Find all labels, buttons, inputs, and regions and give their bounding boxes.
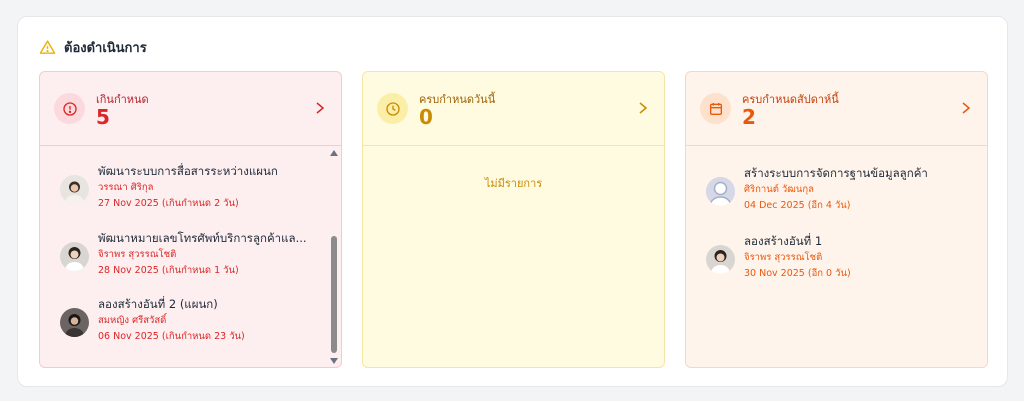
- overdue-list: พัฒนาระบบการสื่อสารระหว่างแผนก วรรณา ศิร…: [40, 147, 341, 367]
- due-this-week-count: 2: [742, 105, 756, 129]
- scroll-down-arrow-icon[interactable]: [330, 358, 338, 364]
- item-person: จิราพร สุวรรณโชติ: [98, 249, 177, 260]
- scroll-up-arrow-icon[interactable]: [330, 150, 338, 156]
- warning-triangle-icon: [39, 39, 56, 56]
- item-title: ลองสร้างอันที่ 1: [744, 234, 823, 248]
- alert-circle-icon: [54, 93, 85, 124]
- overdue-card: เกินกำหนด 5 พัฒนาระบบการสื่อสารระหว่างแผ…: [39, 71, 342, 368]
- due-this-week-label: ครบกำหนดสัปดาห์นี้: [742, 93, 839, 106]
- clock-icon: [377, 93, 408, 124]
- avatar: [706, 245, 735, 274]
- due-today-card: ครบกำหนดวันนี้ 0 ไม่มีรายการ: [362, 71, 665, 368]
- item-date: 04 Dec 2025 (อีก 4 วัน): [744, 200, 851, 211]
- avatar: [60, 242, 89, 271]
- item-title: สร้างระบบการจัดการฐานข้อมูลลูกค้า: [744, 166, 928, 180]
- item-title: ลองสร้างอันที่ 2 (แผนก): [98, 297, 218, 311]
- list-item[interactable]: สร้างระบบการจัดการฐานข้อมูลลูกค้า ศิริกา…: [686, 162, 987, 222]
- list-item[interactable]: พัฒนาระบบการสื่อสารระหว่างแผนก วรรณา ศิร…: [40, 160, 341, 220]
- chevron-right-icon[interactable]: [961, 101, 971, 115]
- item-title: พัฒนาระบบการสื่อสารระหว่างแผนก: [98, 164, 278, 178]
- item-title: พัฒนาหมายเลขโทรศัพท์บริการลูกค้าแล...: [98, 231, 307, 245]
- list-item[interactable]: พัฒนาหมายเลขโทรศัพท์บริการลูกค้าแล... จิ…: [40, 227, 341, 287]
- item-date: 06 Nov 2025 (เกินกำหนด 23 วัน): [98, 331, 245, 342]
- panel-title: ต้องดำเนินการ: [64, 41, 147, 56]
- item-date: 30 Nov 2025 (อีก 0 วัน): [744, 268, 851, 279]
- action-required-panel: ต้องดำเนินการ เกินกำหนด 5 พัฒนาระบบการสื…: [17, 16, 1008, 387]
- scroll-thumb[interactable]: [331, 236, 337, 353]
- due-today-count: 0: [419, 105, 433, 129]
- chevron-right-icon[interactable]: [638, 101, 648, 115]
- due-this-week-card-header[interactable]: ครบกำหนดสัปดาห์นี้ 2: [686, 72, 987, 146]
- item-person: วรรณา ศิริกุล: [98, 182, 154, 193]
- empty-state-text: ไม่มีรายการ: [484, 177, 543, 190]
- calendar-icon: [700, 93, 731, 124]
- due-this-week-card: ครบกำหนดสัปดาห์นี้ 2 สร้างระบบการจัดการฐ…: [685, 71, 988, 368]
- item-person: ศิริกานต์ วัฒนกุล: [744, 184, 814, 195]
- due-today-card-header[interactable]: ครบกำหนดวันนี้ 0: [363, 72, 664, 146]
- avatar: [60, 308, 89, 337]
- list-item[interactable]: ลองสร้างอันที่ 2 (แผนก) สมหญิง ศรีสวัสดิ…: [40, 293, 341, 353]
- panel-header: ต้องดำเนินการ: [39, 37, 147, 58]
- due-this-week-list: สร้างระบบการจัดการฐานข้อมูลลูกค้า ศิริกา…: [686, 147, 987, 367]
- avatar: [706, 177, 735, 206]
- overdue-card-header[interactable]: เกินกำหนด 5: [40, 72, 341, 146]
- chevron-right-icon[interactable]: [315, 101, 325, 115]
- item-person: สมหญิง ศรีสวัสดิ์: [98, 315, 167, 326]
- list-item[interactable]: ลองสร้างอันที่ 1 จิราพร สุวรรณโชติ 30 No…: [686, 230, 987, 290]
- overdue-count: 5: [96, 105, 110, 129]
- item-person: จิราพร สุวรรณโชติ: [744, 252, 823, 263]
- item-date: 27 Nov 2025 (เกินกำหนด 2 วัน): [98, 198, 239, 209]
- item-date: 28 Nov 2025 (เกินกำหนด 1 วัน): [98, 265, 239, 276]
- scrollbar[interactable]: [328, 148, 340, 366]
- avatar: [60, 175, 89, 204]
